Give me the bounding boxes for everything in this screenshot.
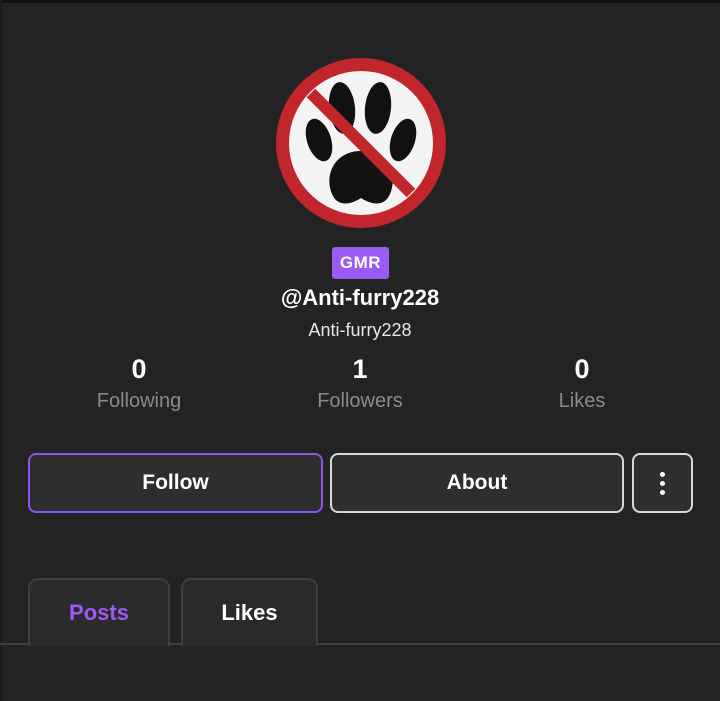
top-edge	[0, 0, 720, 3]
stat-followers[interactable]: 1 Followers	[260, 352, 460, 416]
avatar[interactable]	[274, 56, 448, 230]
profile-display-name: Anti-furry228	[308, 320, 412, 340]
stat-followers-label: Followers	[317, 390, 403, 412]
status-badge: GMR	[332, 247, 389, 279]
stat-likes-label: Likes	[558, 390, 606, 412]
tab-likes[interactable]: Likes	[181, 578, 318, 646]
left-edge	[0, 0, 2, 701]
stat-followers-value: 1	[352, 354, 368, 384]
follow-button[interactable]: Follow	[28, 453, 323, 513]
vertical-dots-icon	[660, 471, 665, 495]
more-options-button[interactable]	[632, 453, 693, 513]
stat-following[interactable]: 0 Following	[39, 352, 239, 416]
profile-handle: @Anti-furry228	[280, 285, 440, 310]
stat-likes[interactable]: 0 Likes	[482, 352, 682, 416]
stat-following-value: 0	[131, 354, 147, 384]
about-button[interactable]: About	[330, 453, 624, 513]
stat-likes-value: 0	[574, 354, 590, 384]
no-paw-icon	[276, 58, 446, 228]
stat-following-label: Following	[96, 390, 182, 412]
tab-posts[interactable]: Posts	[28, 578, 170, 646]
